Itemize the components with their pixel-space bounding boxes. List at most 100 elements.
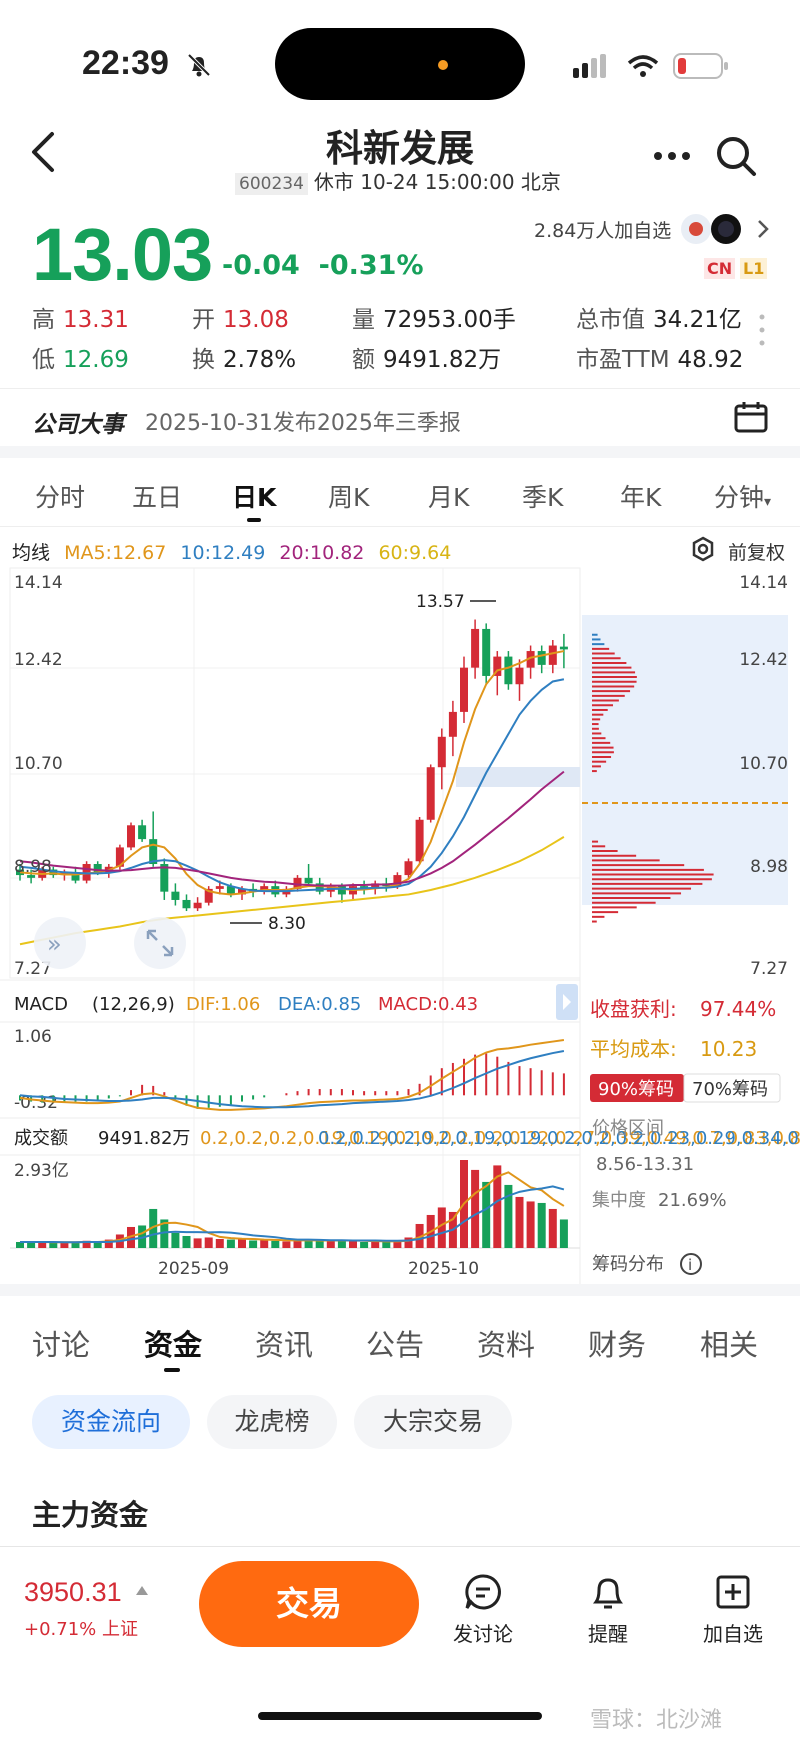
stat-turnover: 换 2.78%: [192, 340, 296, 374]
tab-related[interactable]: 相关: [700, 1322, 758, 1364]
macd-label: MACD: [14, 994, 68, 1015]
divider: [0, 388, 800, 389]
chip-conc: 21.69%: [658, 1190, 727, 1211]
tab-minute[interactable]: 分钟▾: [714, 478, 771, 514]
bell-icon: [593, 1578, 623, 1609]
tab-quarterly-k[interactable]: 季K: [522, 478, 563, 514]
stat-volume: 量 72953.00手: [352, 300, 516, 334]
candle-body: [215, 886, 224, 889]
chevron-right-icon[interactable]: [756, 218, 770, 240]
kline-chart[interactable]: 14.14 12.42 10.70 8.98 7.27 14.14 12.42 …: [0, 565, 800, 1285]
kline-tabs: 分时 五日 日K 周K 月K 季K 年K 分钟▾: [0, 470, 800, 522]
tab-news[interactable]: 资讯: [255, 1322, 313, 1364]
volume-bar: [171, 1232, 180, 1248]
dynamic-island: [275, 28, 525, 100]
reminder-button[interactable]: 提醒: [563, 1572, 653, 1647]
more-icon[interactable]: [652, 150, 692, 162]
low-annotation: 8.30: [268, 914, 306, 934]
volume-bar: [193, 1238, 202, 1248]
stat-label: 低: [32, 347, 55, 373]
stat-label: 额: [352, 347, 375, 373]
badge-l1: L1: [740, 258, 768, 279]
chip-tab-90-label: 90%筹码: [598, 1079, 674, 1100]
tab-profile[interactable]: 资料: [477, 1322, 535, 1364]
volume-bar: [27, 1242, 36, 1248]
tab-weekly-k[interactable]: 周K: [328, 478, 369, 514]
cost-zone-band: [456, 767, 580, 787]
candle-body: [504, 656, 513, 685]
chip-range-label: 价格区间: [592, 1118, 664, 1139]
chip-avg: 10.23: [700, 1037, 757, 1061]
volume-ma10: 0.2,0.2,0.2,0.2,0.19,0.19,0.2,0.2,0.2,0.…: [318, 1128, 800, 1149]
stat-label: 市盈TTM: [576, 347, 670, 373]
macd-params: (12,26,9): [92, 994, 175, 1015]
plus-box-icon: [716, 1575, 750, 1609]
candle-body: [482, 628, 491, 676]
tab-discussion[interactable]: 讨论: [32, 1322, 90, 1364]
action-label: 加自选: [703, 1622, 763, 1646]
volume-bar: [215, 1238, 224, 1248]
volume-bar: [526, 1201, 535, 1248]
x-tick: 2025-10: [408, 1259, 479, 1279]
market-status: 休市 10-24 15:00:00 北京: [313, 170, 561, 194]
index-value[interactable]: 3950.31: [24, 1577, 122, 1608]
chip-profit-label: 收盘获利:: [590, 997, 677, 1021]
pill-fund-flow[interactable]: 资金流向: [32, 1395, 190, 1449]
stat-value: 13.31: [63, 307, 129, 333]
post-discussion-button[interactable]: 发讨论: [438, 1572, 528, 1647]
tab-announcements[interactable]: 公告: [366, 1322, 424, 1364]
ma-legend: 均线 MA5:12.67 10:12.49 20:10.82 60:9.64: [12, 538, 459, 565]
pill-block-trade[interactable]: 大宗交易: [354, 1395, 512, 1449]
stat-value: 48.92: [677, 347, 744, 373]
volume-bar: [226, 1239, 235, 1248]
quote-status: 600234 休市 10-24 15:00:00 北京: [235, 166, 561, 195]
double-chevron-icon: »: [47, 930, 62, 958]
search-icon[interactable]: [714, 134, 758, 178]
volume-bar: [548, 1208, 557, 1248]
chip-avg-label: 平均成本:: [590, 1037, 677, 1061]
add-watchlist-button[interactable]: 加自选: [688, 1572, 778, 1647]
vertical-dots-icon[interactable]: [758, 312, 766, 348]
tab-five-day[interactable]: 五日: [132, 478, 182, 514]
stat-value: 34.21亿: [653, 307, 742, 333]
volume-bar: [371, 1241, 380, 1248]
chip-y-tick: 8.98: [750, 857, 788, 877]
settings-icon[interactable]: [690, 536, 716, 562]
trade-button[interactable]: 交易: [199, 1561, 419, 1647]
macd-chart: [19, 1039, 565, 1111]
volume-axis: 2.93亿: [14, 1161, 69, 1181]
volume-bar: [260, 1239, 269, 1248]
fullscreen-button[interactable]: [134, 917, 186, 969]
volume-bar: [537, 1202, 546, 1248]
fuquan-toggle[interactable]: 前复权: [728, 538, 785, 565]
tab-funds[interactable]: 资金: [144, 1322, 202, 1364]
volume-bar: [238, 1238, 246, 1248]
events-text[interactable]: 2025-10-31发布2025年三季报: [145, 405, 461, 437]
tab-yearly-k[interactable]: 年K: [620, 478, 661, 514]
candle-body: [182, 899, 191, 909]
tab-monthly-k[interactable]: 月K: [428, 478, 469, 514]
ma60-value: 60:9.64: [378, 542, 452, 564]
ma20-value: 20:10.82: [279, 542, 365, 564]
pill-dragon-tiger[interactable]: 龙虎榜: [207, 1395, 337, 1449]
index-arrow-icon: [136, 1586, 148, 1595]
followers-count[interactable]: 2.84万人加自选: [534, 216, 671, 243]
tab-daily-k[interactable]: 日K: [232, 478, 276, 514]
volume-bar: [271, 1240, 280, 1248]
action-label: 发讨论: [453, 1622, 513, 1646]
calendar-icon[interactable]: [734, 400, 768, 434]
tab-intraday[interactable]: 分时: [35, 478, 85, 514]
tab-financials[interactable]: 财务: [588, 1322, 646, 1364]
chip-conc-label: 集中度: [592, 1190, 646, 1211]
stat-label: 量: [352, 307, 375, 333]
volume-value: 9491.82万: [98, 1128, 190, 1149]
signal-icon: [573, 54, 606, 78]
badge-cn: CN: [704, 258, 736, 279]
volume-bar: [559, 1219, 568, 1248]
macd-axis-top: 1.06: [14, 1027, 52, 1047]
x-tick: 2025-09: [158, 1259, 229, 1279]
stat-value: 13.08: [223, 307, 289, 333]
volume-bar: [293, 1240, 302, 1248]
candle-body: [548, 645, 557, 665]
section-title: 主力资金: [32, 1498, 149, 1532]
